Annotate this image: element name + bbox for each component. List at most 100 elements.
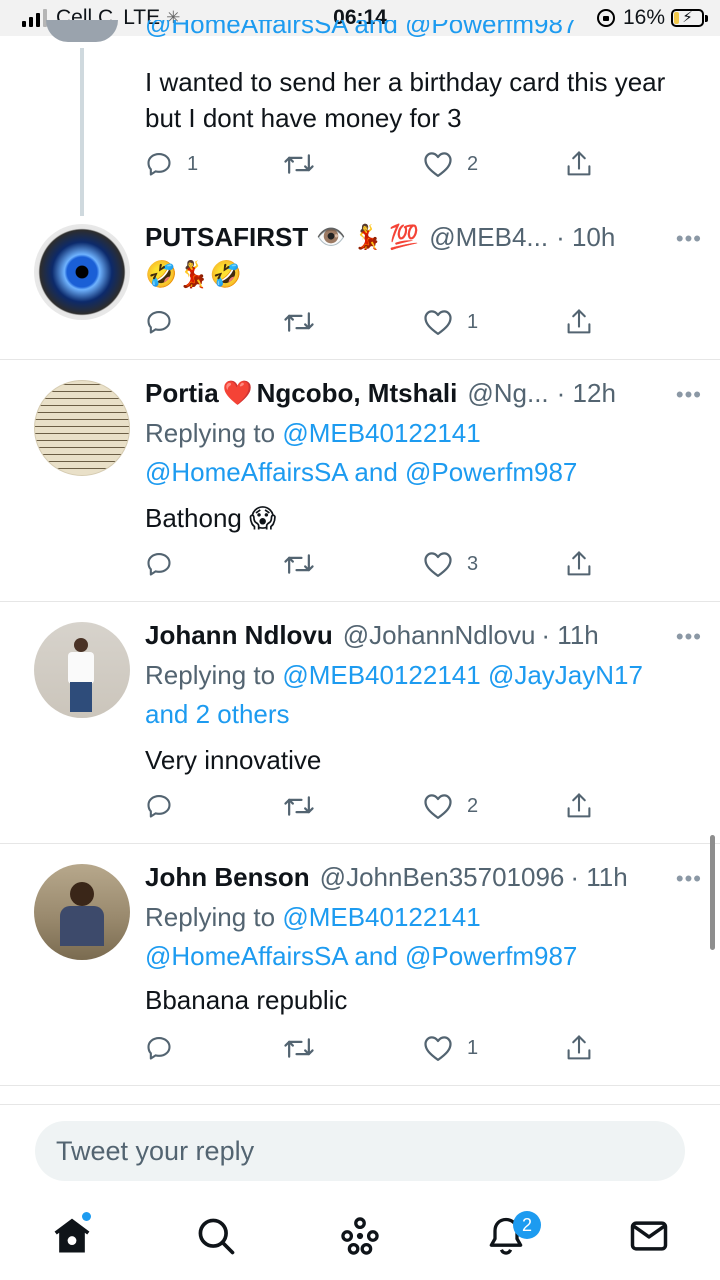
like-button[interactable]: 3: [423, 548, 478, 580]
retweet-icon: [284, 554, 314, 574]
home-unread-dot: [82, 1212, 91, 1221]
avatar-partial[interactable]: [46, 20, 118, 42]
retweet-button[interactable]: [283, 548, 315, 580]
reply-button[interactable]: [145, 1032, 173, 1064]
reply-count: 1: [187, 152, 199, 175]
display-name[interactable]: Johann Ndlovu: [145, 620, 333, 651]
search-icon: [198, 1218, 235, 1255]
tweet-text: 🤣💃🤣: [145, 259, 243, 289]
user-handle[interactable]: @MEB4...: [429, 222, 548, 253]
scrollbar[interactable]: [710, 835, 715, 950]
reply-icon: [147, 553, 171, 576]
thread-line: [80, 48, 84, 216]
tweet-actions: 1: [145, 306, 595, 338]
tweet-actions: 1: [145, 1032, 595, 1064]
avatar[interactable]: [34, 224, 130, 320]
heart-icon: [424, 794, 452, 819]
reply-button[interactable]: [145, 306, 173, 338]
like-count: 2: [467, 794, 479, 817]
tweet-actions: 3: [145, 548, 595, 580]
more-options-icon[interactable]: •••: [676, 382, 702, 408]
display-name[interactable]: John Benson: [145, 862, 310, 893]
retweet-button[interactable]: [283, 790, 315, 822]
avatar[interactable]: [34, 622, 130, 718]
partial-mentions[interactable]: @HomeAffairsSA and @Powerfm987: [145, 20, 577, 50]
like-button[interactable]: 2: [423, 148, 478, 180]
share-icon: [567, 793, 591, 818]
replying-to: Replying to @MEB40122141 @HomeAffairsSA …: [145, 418, 578, 487]
retweet-button[interactable]: [283, 1032, 315, 1064]
tweet-partial[interactable]: @HomeAffairsSA and @Powerfm987 I wanted …: [0, 0, 720, 216]
tweet-header: Johann Ndlovu @JohannNdlovu · 11h: [145, 620, 696, 651]
mention-link[interactable]: and 2 others: [145, 699, 290, 729]
like-count: 1: [467, 310, 479, 333]
display-name-rest[interactable]: Ngcobo, Mtshali: [257, 378, 458, 409]
reply-icon: [147, 1037, 171, 1060]
mention-link[interactable]: @HomeAffairsSA and @Powerfm987: [145, 941, 577, 971]
tweet-actions: 1 2: [145, 148, 595, 180]
reply-icon: [147, 311, 171, 334]
reply-icon: [147, 795, 171, 818]
more-options-icon[interactable]: •••: [676, 226, 702, 252]
tweet-time: · 11h: [570, 862, 628, 892]
tweet-item[interactable]: John Benson @JohnBen35701096 · 11h ••• R…: [0, 844, 720, 1086]
display-name[interactable]: PUTSAFIRST: [145, 222, 308, 253]
heart-emoji: ❤️: [222, 380, 253, 407]
like-button[interactable]: 2: [423, 790, 478, 822]
user-handle[interactable]: @Ng...: [467, 378, 548, 409]
tweet-header: PUTSAFIRST 👁️ 💃 💯 @MEB4... · 10h: [145, 222, 696, 253]
spaces-icon: [341, 1217, 379, 1255]
tab-search[interactable]: [194, 1214, 238, 1258]
share-button[interactable]: [565, 790, 593, 822]
retweet-icon: [284, 1038, 314, 1058]
mention-link[interactable]: @MEB40122141: [282, 902, 480, 932]
avatar[interactable]: [34, 864, 130, 960]
retweet-icon: [284, 796, 314, 816]
share-icon: [567, 151, 591, 176]
tweet-item[interactable]: Portia ❤️ Ngcobo, Mtshali @Ng... · 12h •…: [0, 360, 720, 602]
tweet-time: · 10h: [556, 222, 616, 252]
reply-button[interactable]: [145, 790, 173, 822]
tweet-header: John Benson @JohnBen35701096 · 11h: [145, 862, 696, 893]
tweet-text: Bathong 😱: [145, 503, 277, 533]
tweet-item[interactable]: PUTSAFIRST 👁️ 💃 💯 @MEB4... · 10h ••• 🤣💃🤣…: [0, 200, 720, 360]
share-button[interactable]: [565, 548, 593, 580]
mail-icon: [630, 1221, 668, 1251]
reply-button[interactable]: 1: [145, 148, 198, 180]
tab-spaces[interactable]: [338, 1214, 382, 1258]
user-handle[interactable]: @JohannNdlovu: [343, 620, 536, 651]
mention-link[interactable]: @HomeAffairsSA and @Powerfm987: [145, 457, 577, 487]
divider: [0, 1104, 720, 1105]
reply-input[interactable]: Tweet your reply: [35, 1121, 685, 1181]
like-button[interactable]: 1: [423, 306, 478, 338]
tweet-actions: 2: [145, 790, 595, 822]
share-button[interactable]: [565, 148, 593, 180]
display-name[interactable]: Portia: [145, 378, 219, 409]
heart-icon: [424, 1036, 452, 1061]
reply-button[interactable]: [145, 548, 173, 580]
replying-to: Replying to @MEB40122141 @JayJayN17 and …: [145, 660, 643, 729]
retweet-button[interactable]: [283, 306, 315, 338]
like-button[interactable]: 1: [423, 1032, 478, 1064]
share-icon: [567, 1035, 591, 1060]
tweet-text: Bbanana republic: [145, 985, 348, 1015]
share-button[interactable]: [565, 306, 593, 338]
share-icon: [567, 309, 591, 334]
user-handle[interactable]: @JohnBen35701096: [320, 862, 565, 893]
avatar[interactable]: [34, 380, 130, 476]
more-options-icon[interactable]: •••: [676, 866, 702, 892]
more-options-icon[interactable]: •••: [676, 624, 702, 650]
mention-link[interactable]: @MEB40122141 @JayJayN17: [282, 660, 643, 690]
tweet-item[interactable]: Johann Ndlovu @JohannNdlovu · 11h ••• Re…: [0, 602, 720, 844]
retweet-button[interactable]: [283, 148, 315, 180]
tab-messages[interactable]: [627, 1214, 671, 1258]
tweet-text: Very innovative: [145, 745, 322, 775]
share-button[interactable]: [565, 1032, 593, 1064]
mention-link[interactable]: @MEB40122141: [282, 418, 480, 448]
bottom-tab-bar: [0, 1200, 720, 1280]
reply-icon: [147, 153, 171, 176]
tweet-header: Portia ❤️ Ngcobo, Mtshali @Ng... · 12h: [145, 378, 696, 409]
tweet-time: · 11h: [541, 620, 599, 650]
tweet-text: I wanted to send her a birthday card thi…: [145, 67, 666, 133]
tweet-time: · 12h: [556, 378, 616, 408]
